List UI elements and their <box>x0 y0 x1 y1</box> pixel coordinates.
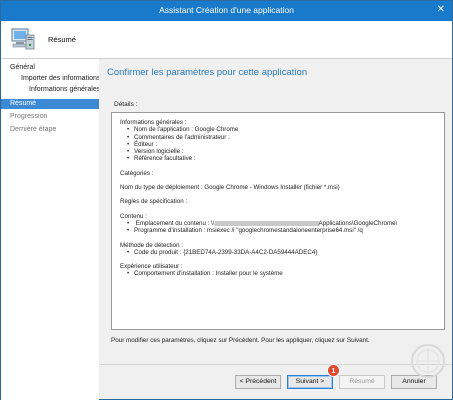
app-name-line: Nom de l'application : Google Chrome <box>134 126 239 134</box>
title-bar: Assistant Création d'une application ✕ <box>1 1 452 21</box>
admin-comments-line: Commentaires de l'administrateur : <box>134 133 230 141</box>
sidebar-item-summary[interactable]: Résumé <box>1 99 99 109</box>
install-program-line: Programme d'installation : msiexec /i "g… <box>134 227 363 235</box>
version-line: Version logicielle : <box>134 148 184 156</box>
requirements-line: Règles de spécification : <box>120 198 188 206</box>
categories-line: Catégories : <box>120 169 154 177</box>
summary-panel: Confirmer les paramètres pour cette appl… <box>99 59 452 364</box>
annotation-badge: 1 <box>327 364 340 377</box>
confirm-heading: Confirmer les paramètres pour cette appl… <box>107 67 308 78</box>
close-icon[interactable]: ✕ <box>437 4 445 16</box>
redacted-server-path <box>214 220 319 226</box>
user-experience-heading: Expérience utilisateur : <box>120 263 183 271</box>
sidebar-item-progress: Progression <box>10 113 48 120</box>
sidebar-item-completion: Dernière étape <box>10 126 57 133</box>
details-textbox[interactable]: Informations générales : Nom de l'applic… <box>111 112 445 330</box>
previous-button[interactable]: < Précédent <box>235 375 281 389</box>
content-location-prefix: Emplacement du contenu : \\ <box>135 219 215 227</box>
install-behavior-line: Comportement d'installation : Installer … <box>134 270 283 278</box>
deployment-type-line: Nom du type de déploiement : Google Chro… <box>120 184 340 192</box>
publisher-line: Éditeur : <box>134 140 158 148</box>
wizard-window: Assistant Création d'une application ✕ R… <box>0 0 453 400</box>
product-code-line: Code du produit : {21BED74A-2399-33DA-A4… <box>134 248 318 256</box>
sidebar-item-import-info[interactable]: Importer des informations <box>1 74 100 84</box>
window-title: Assistant Création d'une application <box>159 5 294 15</box>
sidebar-item-general-info[interactable]: Informations générales <box>1 85 100 95</box>
details-label: Détails : <box>114 101 138 108</box>
detection-heading: Méthode de détection : <box>120 241 183 249</box>
general-info-heading: Informations générales : <box>120 119 187 126</box>
instructions-text: Pour modifier ces paramètres, cliquez su… <box>111 337 370 344</box>
computer-setup-icon <box>11 28 35 50</box>
wizard-steps-sidebar: Général Importer des informations Inform… <box>1 59 100 400</box>
content-location-suffix: Applications\GoogleChrome\ <box>318 219 398 227</box>
summary-button: Résumé <box>339 375 385 389</box>
optional-reference-line: Référence facultative : <box>134 155 196 163</box>
watermark-logo-icon <box>411 344 445 378</box>
next-button[interactable]: Suivant > <box>287 375 333 389</box>
button-bar: < Précédent Suivant > Résumé Annuler <box>99 364 452 399</box>
page-title: Résumé <box>48 35 76 44</box>
sidebar-item-general[interactable]: Général <box>1 63 99 73</box>
wizard-header: Résumé <box>1 21 452 59</box>
content-heading: Contenu : <box>120 212 147 220</box>
